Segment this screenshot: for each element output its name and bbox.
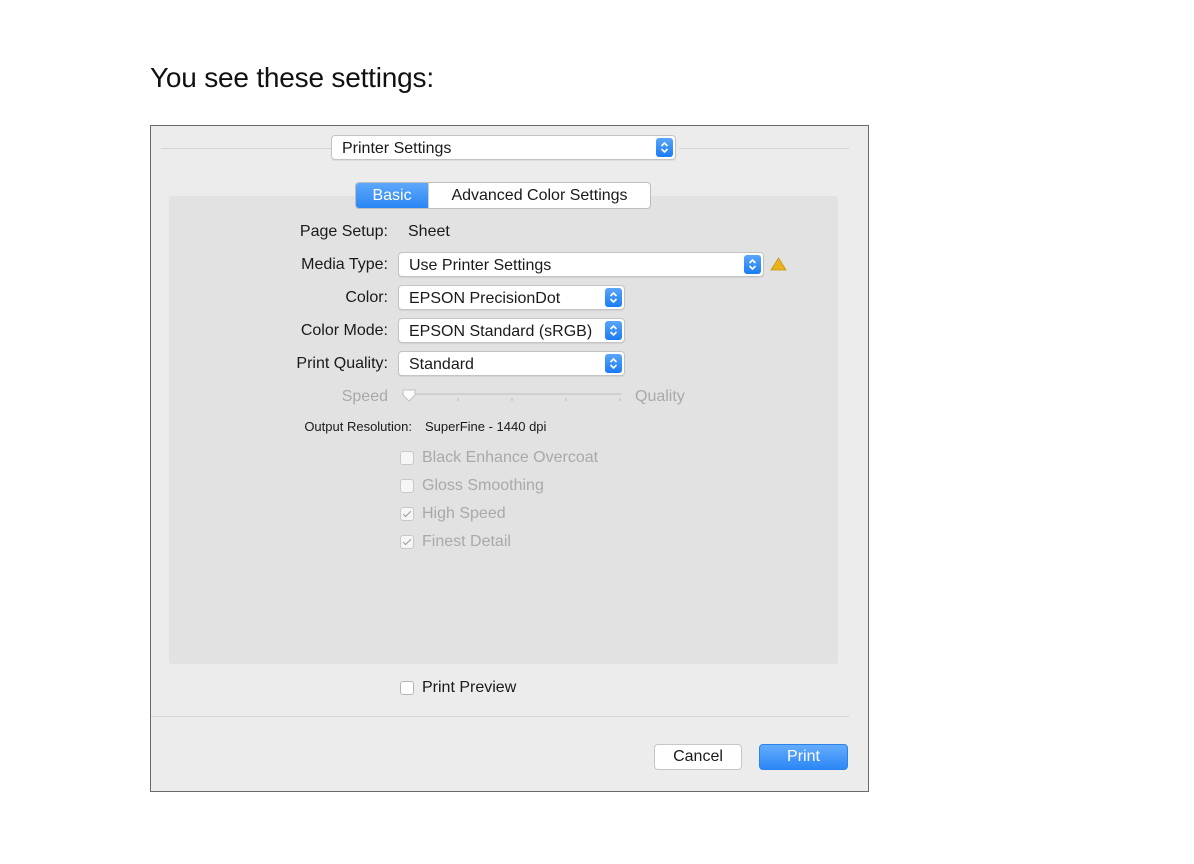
print-quality-label: Print Quality: xyxy=(296,355,388,372)
slider-speed-label: Speed xyxy=(341,388,388,405)
chevron-updown-icon xyxy=(656,138,673,157)
black-enhance-overcoat-label: Black Enhance Overcoat xyxy=(422,449,599,466)
media-type-label: Media Type: xyxy=(301,256,388,273)
print-quality-popup[interactable]: Standard xyxy=(398,351,625,376)
gloss-smoothing-label: Gloss Smoothing xyxy=(422,477,544,494)
top-separator-left xyxy=(161,148,331,149)
color-mode-popup[interactable]: EPSON Standard (sRGB) xyxy=(398,318,625,343)
high-speed-checkbox[interactable] xyxy=(400,507,414,521)
finest-detail-label: Finest Detail xyxy=(422,533,511,550)
color-mode-label: Color Mode: xyxy=(300,322,388,339)
top-separator-right xyxy=(679,148,849,149)
print-preview-checkbox[interactable] xyxy=(400,681,414,695)
page-setup-label: Page Setup: xyxy=(299,223,388,240)
tab-bar: Basic Advanced Color Settings xyxy=(355,182,651,209)
print-preview-label: Print Preview xyxy=(422,679,517,696)
speed-quality-slider[interactable] xyxy=(402,388,624,408)
warning-icon xyxy=(770,257,787,276)
color-mode-value: EPSON Standard (sRGB) xyxy=(409,323,593,340)
chevron-updown-icon xyxy=(744,255,761,274)
color-popup[interactable]: EPSON PrecisionDot xyxy=(398,285,625,310)
page-setup-value: Sheet xyxy=(408,223,450,240)
panel-select-value: Printer Settings xyxy=(342,140,452,157)
panel-select-popup[interactable]: Printer Settings xyxy=(331,135,676,160)
intro-text: You see these settings: xyxy=(150,62,434,93)
print-button[interactable]: Print xyxy=(759,744,848,770)
tab-basic[interactable]: Basic xyxy=(356,183,428,208)
print-quality-value: Standard xyxy=(409,356,474,373)
gloss-smoothing-checkbox[interactable] xyxy=(400,479,414,493)
chevron-updown-icon xyxy=(605,288,622,307)
output-resolution-value: SuperFine - 1440 dpi xyxy=(425,419,547,434)
cancel-button[interactable]: Cancel xyxy=(654,744,742,770)
output-resolution-label: Output Resolution: xyxy=(304,419,412,434)
media-type-popup[interactable]: Use Printer Settings xyxy=(398,252,764,277)
chevron-updown-icon xyxy=(605,354,622,373)
print-dialog: Printer Settings Basic Advanced Color Se… xyxy=(150,125,869,792)
high-speed-label: High Speed xyxy=(422,505,506,522)
black-enhance-overcoat-checkbox[interactable] xyxy=(400,451,414,465)
media-type-value: Use Printer Settings xyxy=(409,257,552,274)
tab-advanced-color-settings[interactable]: Advanced Color Settings xyxy=(428,183,650,208)
bottom-separator xyxy=(151,716,849,717)
color-value: EPSON PrecisionDot xyxy=(409,290,561,307)
slider-quality-label: Quality xyxy=(635,388,685,405)
color-label: Color: xyxy=(345,289,388,306)
finest-detail-checkbox[interactable] xyxy=(400,535,414,549)
chevron-updown-icon xyxy=(605,321,622,340)
